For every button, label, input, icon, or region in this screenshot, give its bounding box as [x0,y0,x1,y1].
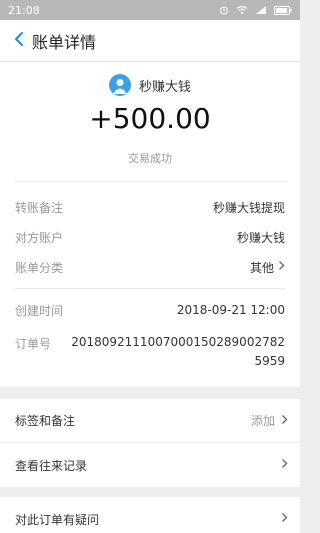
bill-header: 秒赚大钱 +500.00 交易成功 [15,62,285,182]
chevron-right-icon [278,260,285,274]
detail-value: 其他 [249,260,274,275]
detail-value: 秒赚大钱提现 [212,200,285,215]
signal-icon [255,5,267,15]
add-hint: 添加 [250,414,275,428]
item-right [281,458,288,472]
transaction-status: 交易成功 [128,152,172,165]
order-value: 2018092111007000150289002782 5959 [71,335,285,368]
detail-label: 转账备注 [15,200,64,215]
detail-group: 转账备注 秒赚大钱提现 对方账户 秒赚大钱 账单分类 其他 [15,182,285,289]
avatar [108,74,131,96]
detail-value-wrap: 其他 [250,259,285,276]
page-title: 账单详情 [32,32,97,52]
chevron-right-icon [281,414,288,428]
chevron-right-icon [281,512,288,526]
battery-icon [274,5,292,15]
detail-label: 账单分类 [15,260,64,275]
back-button[interactable] [0,20,32,62]
alarm-icon [219,5,229,15]
detail-label: 对方账户 [15,230,64,245]
tags-notes-item[interactable]: 标签和备注 添加 [0,399,300,443]
chevron-left-icon [14,31,24,51]
created-time-row: 创建时间 2018-09-21 12:00 [15,295,285,325]
wifi-icon [236,5,248,15]
item-label: 标签和备注 [15,414,76,428]
item-label: 查看往来记录 [15,458,88,473]
question-list: 对此订单有疑问 [0,497,300,533]
order-label: 订单号 [15,337,52,351]
status-bar: 21:08 [0,0,300,20]
detail-row-account: 对方账户 秒赚大钱 [15,222,285,252]
detail-value: 秒赚大钱 [236,230,285,245]
item-right: 添加 [251,412,288,429]
item-right [281,512,288,526]
person-icon [112,78,127,94]
status-icons [219,5,292,15]
history-item[interactable]: 查看往来记录 [0,443,300,487]
merchant-name: 秒赚大钱 [138,79,191,95]
info-group: 创建时间 2018-09-21 12:00 订单号 20180921110070… [15,289,285,387]
status-time: 21:08 [8,3,40,17]
chevron-right-icon [281,458,288,472]
question-item[interactable]: 对此订单有疑问 [0,497,300,533]
created-value: 2018-09-21 12:00 [176,303,285,317]
action-list: 标签和备注 添加 查看往来记录 [0,399,300,487]
merchant-info: 秒赚大钱 [15,74,285,96]
nav-bar: 账单详情 [0,20,300,62]
item-label: 对此订单有疑问 [15,512,100,527]
order-number-row: 订单号 2018092111007000150289002782 5959 [15,325,285,371]
detail-row-remark: 转账备注 秒赚大钱提现 [15,192,285,222]
detail-row-category[interactable]: 账单分类 其他 [15,252,285,282]
bill-card: 秒赚大钱 +500.00 交易成功 转账备注 秒赚大钱提现 对方账户 秒赚大钱 … [0,62,300,387]
created-label: 创建时间 [15,303,64,318]
amount: +500.00 [89,102,211,135]
